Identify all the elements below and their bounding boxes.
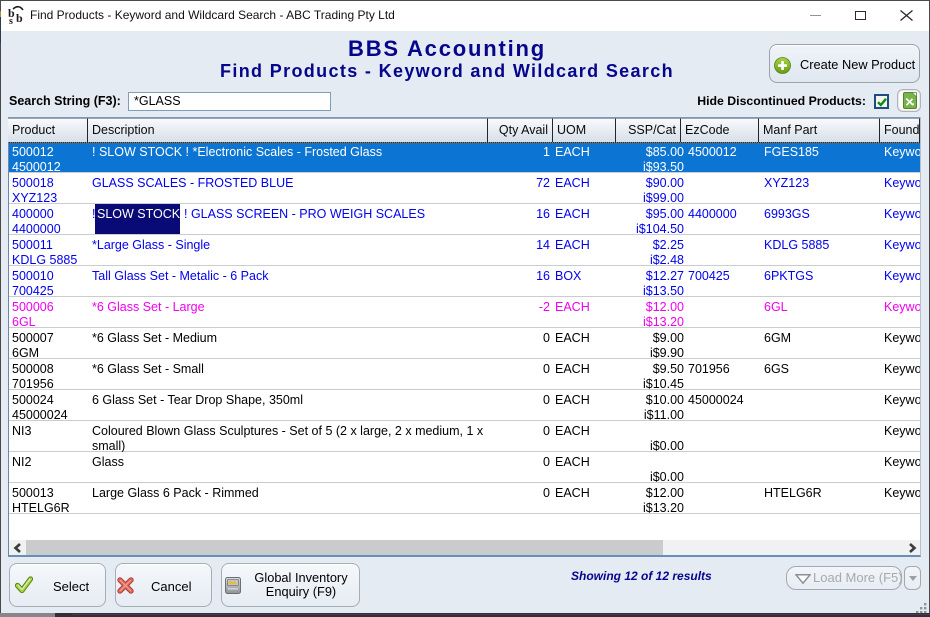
- svg-text:b: b: [16, 11, 23, 24]
- svg-text:s: s: [9, 16, 13, 24]
